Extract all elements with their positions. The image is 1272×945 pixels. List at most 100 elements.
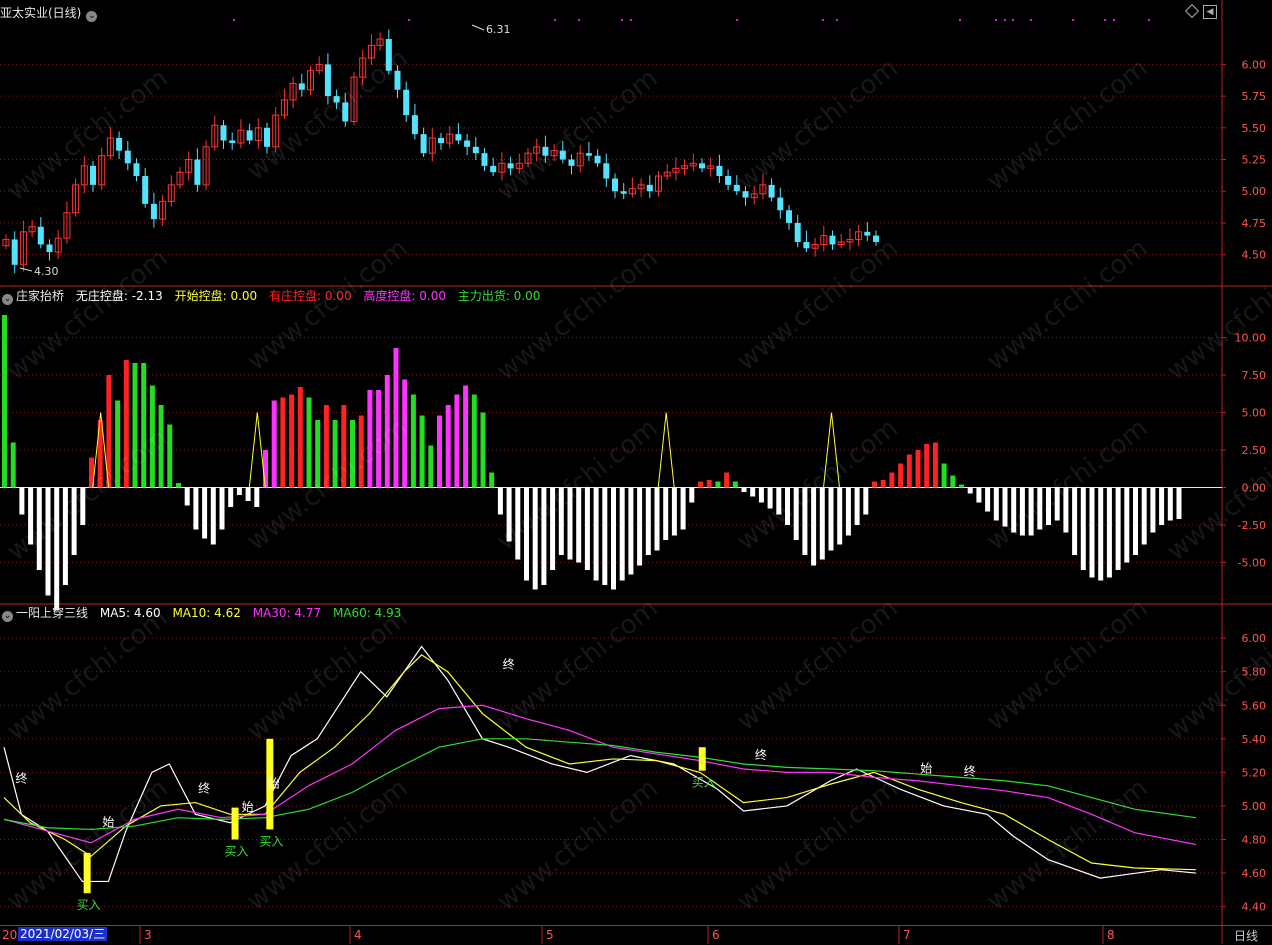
ma-tick-label: 6.00	[1242, 632, 1267, 645]
indicator-bar	[671, 487, 677, 536]
candle-down	[873, 235, 879, 242]
indicator-bar	[619, 487, 625, 581]
indicator2-title: 一阳上穿三线	[16, 606, 89, 620]
indicator-bar	[80, 487, 86, 525]
chevron-down-icon[interactable]: ⌄	[2, 611, 13, 622]
indicator-bar	[654, 487, 660, 551]
signal-dot	[630, 19, 632, 21]
candle-down	[246, 130, 253, 141]
indicator-bar	[402, 379, 408, 488]
signal-dot	[554, 19, 556, 21]
indicator-bar	[1028, 487, 1034, 536]
candle-down	[455, 134, 462, 141]
selected-date[interactable]: 2021/02/03/三	[18, 927, 108, 941]
start-control-marker	[823, 412, 840, 488]
candle-down	[142, 176, 149, 204]
indicator-bar	[54, 487, 60, 611]
indicator-bar	[828, 487, 834, 551]
indicator-bar	[741, 487, 747, 492]
end-marker: 终	[198, 781, 210, 796]
buy-signal-bar	[698, 747, 706, 771]
signal-dot	[959, 19, 961, 21]
candle-down	[385, 39, 392, 71]
date-prefix: 20	[2, 928, 18, 942]
period-label[interactable]: 日线	[1234, 927, 1258, 944]
indicator-bar	[750, 487, 756, 497]
indicator-bar	[1037, 487, 1043, 530]
indicator-bar	[254, 487, 260, 507]
indicator-bar	[872, 481, 877, 488]
indicator-tick-label: 5.00	[1242, 407, 1267, 420]
ma-tick-label: 4.40	[1242, 901, 1267, 914]
candle-down	[559, 150, 566, 160]
price-tick-label: 5.00	[1242, 185, 1267, 198]
signal-dot	[1012, 19, 1014, 21]
indicator-bar	[698, 481, 703, 488]
ma-line-ma10	[3, 654, 1196, 871]
indicator-bar	[584, 487, 590, 570]
candle-down	[490, 165, 497, 173]
ma-tick-label: 5.00	[1242, 800, 1267, 813]
price-tick-label: 5.75	[1242, 90, 1267, 103]
indicator-bar	[706, 480, 712, 488]
indicator-bar	[567, 487, 573, 560]
indicator-bar	[297, 387, 303, 488]
indicator-bar	[1167, 487, 1173, 521]
indicator-bar	[1141, 487, 1147, 545]
candle-down	[298, 83, 305, 90]
buy-signal-bar	[231, 807, 239, 840]
indicator-bar	[1106, 487, 1112, 578]
main-chart-header: 亚太实业(日线) ⌄	[0, 4, 105, 22]
chevron-down-icon[interactable]: ⌄	[2, 294, 13, 305]
indicator-bar	[210, 487, 216, 545]
start-control-marker	[248, 412, 266, 488]
indicator-bar	[550, 487, 556, 570]
end-marker: 终	[964, 764, 976, 779]
indicator-bar	[228, 487, 234, 507]
indicator-bar	[793, 487, 799, 540]
buy-label: 买入	[77, 898, 101, 912]
indicator-bar	[689, 487, 695, 503]
indicator-bar	[802, 487, 808, 555]
indicator-bar	[62, 487, 68, 585]
indicator-bar	[149, 385, 155, 488]
legend-ma30: MA30: 4.77	[252, 606, 322, 620]
indicator-bar	[811, 487, 817, 566]
scroll-button[interactable]: ◀	[1203, 5, 1217, 19]
indicator-bar	[637, 487, 643, 566]
indicator-bar	[437, 415, 442, 488]
candle-down	[481, 153, 488, 166]
low-price-label: 4.30	[34, 265, 59, 278]
signal-dot	[408, 19, 410, 21]
legend-has-control: 有庄控盘: 0.00	[269, 289, 352, 303]
signal-dot	[578, 19, 580, 21]
indicator-bar	[341, 405, 347, 488]
indicator1-header: ⌄ 庄家抬桥 无庄控盘: -2.13 开始控盘: 0.00 有庄控盘: 0.00 …	[0, 287, 548, 305]
indicator-bar	[184, 487, 190, 506]
candle-down	[542, 146, 549, 156]
indicator-bar	[36, 487, 42, 570]
indicator-bar	[306, 397, 312, 488]
candle-down	[438, 137, 444, 144]
indicator-bar	[1150, 487, 1156, 533]
signal-dot	[1113, 19, 1115, 21]
ma-tick-label: 5.60	[1242, 699, 1267, 712]
indicator-bar	[915, 450, 921, 488]
indicator-bar	[889, 472, 895, 488]
indicator-bar	[10, 442, 16, 488]
indicator-bar	[202, 487, 208, 539]
price-tick-label: 6.00	[1242, 58, 1267, 71]
indicator-bar	[141, 363, 147, 488]
indicator-tick-label: 2.50	[1242, 444, 1267, 457]
indicator-bar	[236, 487, 242, 495]
indicator-bar	[332, 420, 338, 488]
indicator-bar	[167, 424, 173, 488]
chevron-down-icon[interactable]: ⌄	[86, 11, 98, 22]
indicator-bar	[1054, 487, 1060, 521]
indicator-bar	[28, 487, 34, 545]
legend-start-control: 开始控盘: 0.00	[174, 289, 258, 303]
legend-ma5: MA5: 4.60	[99, 606, 161, 620]
indicator-bar	[898, 463, 904, 488]
indicator-bar	[1159, 487, 1165, 525]
indicator-bar	[663, 487, 669, 540]
